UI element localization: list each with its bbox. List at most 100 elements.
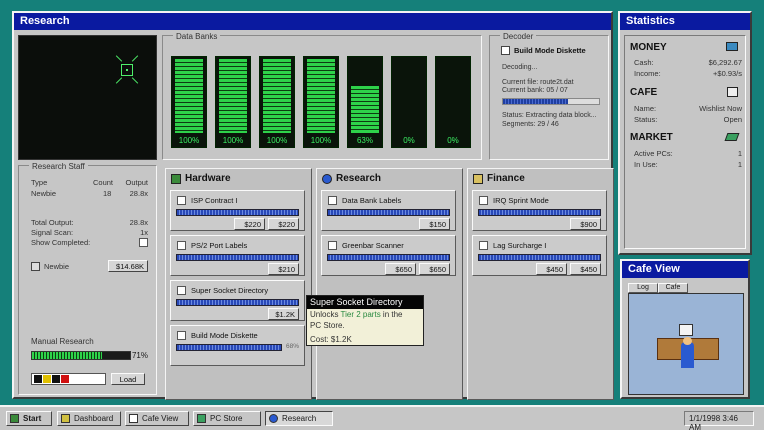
cafe-name-value: Wishlist Now xyxy=(699,104,742,113)
upgrade-progress-label: 68% xyxy=(285,343,299,350)
signal-scan-value: 1x xyxy=(140,228,148,237)
taskbar-item-pc-store[interactable]: PC Store xyxy=(193,411,261,426)
tooltip-highlight: Tier 2 parts xyxy=(340,310,381,319)
upgrade-card[interactable]: PS/2 Port Labels $210 xyxy=(170,235,305,276)
load-button[interactable]: Load xyxy=(111,373,145,385)
upgrade-card[interactable]: Build Mode Diskette 68% xyxy=(170,325,305,366)
money-heading: MONEY xyxy=(630,42,667,53)
buy-button[interactable]: $1.2K xyxy=(268,308,299,320)
buy-button[interactable]: $450 xyxy=(536,263,567,275)
customer-head xyxy=(683,337,692,345)
taskbar-label: Cafe View xyxy=(142,414,179,423)
taskbar-label: Research xyxy=(282,414,317,423)
dashboard-icon xyxy=(61,414,70,423)
upgrade-name: Build Mode Diskette xyxy=(191,331,258,340)
upgrade-card[interactable]: ISP Contract I $220 $220 xyxy=(170,190,305,231)
upgrade-card[interactable]: Lag Surcharge I $450 $450 xyxy=(472,235,607,276)
data-bank-pct: 63% xyxy=(356,136,373,145)
printer-icon xyxy=(727,87,738,97)
start-button[interactable]: Start xyxy=(6,411,52,426)
active-pcs-label: Active PCs: xyxy=(634,149,673,158)
diskette-icon xyxy=(501,46,510,55)
decoder-status-line: Decoding... xyxy=(502,64,538,71)
upgrade-name: Lag Surcharge I xyxy=(493,241,547,250)
income-value: +$0.93/s xyxy=(713,69,742,78)
decoder-current-file: Current file: route2t.dat xyxy=(502,79,574,86)
cafe-status-label: Status: xyxy=(634,115,658,124)
signal-radar xyxy=(18,35,157,160)
buy-button[interactable]: $150 xyxy=(419,218,450,230)
buy-button[interactable]: $210 xyxy=(268,263,299,275)
upgrade-card[interactable]: IRQ Sprint Mode $900 xyxy=(472,190,607,231)
data-bank: 0% xyxy=(435,56,471,148)
research-heading: Research xyxy=(336,173,382,184)
data-bank: 0% xyxy=(391,56,427,148)
cafe-view-icon xyxy=(129,414,138,423)
signal-block-icon xyxy=(61,375,69,383)
data-bank-pct: 100% xyxy=(178,136,200,145)
cafe-view-window: Cafe View Log Cafe xyxy=(620,259,750,399)
cafe-scene xyxy=(628,293,744,395)
finance-icon xyxy=(473,174,483,184)
taskbar-item-dashboard[interactable]: Dashboard xyxy=(57,411,121,426)
hardware-heading: Hardware xyxy=(185,173,231,184)
taskbar-item-research[interactable]: Research xyxy=(265,411,333,426)
upgrade-icon xyxy=(177,241,186,250)
data-bank-fill xyxy=(351,86,379,133)
buy-button[interactable]: $220 xyxy=(268,218,299,230)
upgrade-name: IRQ Sprint Mode xyxy=(493,196,549,205)
data-banks-group: Data Banks 100% 100% 100% 100% 63% 0% 0% xyxy=(162,32,482,160)
pc-store-icon xyxy=(197,414,206,423)
manual-research-pct: 71% xyxy=(131,351,148,360)
show-completed-label: Show Completed: xyxy=(31,238,91,247)
tab-cafe[interactable]: Cafe xyxy=(658,283,688,293)
signal-block-icon xyxy=(43,375,51,383)
decoder-current-bank: Current bank: 05 / 07 xyxy=(502,87,568,94)
signal-block-icon xyxy=(52,375,60,383)
data-bank-pct: 0% xyxy=(447,136,459,145)
income-label: Income: xyxy=(634,69,661,78)
tooltip-line2: PC Store. xyxy=(310,321,345,330)
upgrade-card[interactable]: Data Bank Labels $150 xyxy=(321,190,456,231)
hardware-icon xyxy=(171,174,181,184)
tooltip-line1a: Unlocks xyxy=(310,310,341,319)
research-column: Research Data Bank Labels $150 Greenbar Sc… xyxy=(316,168,463,400)
decoder-group: Decoder Build Mode Diskette Decoding... … xyxy=(489,32,609,160)
statistics-title: Statistics xyxy=(620,13,750,30)
upgrade-name: ISP Contract I xyxy=(191,196,238,205)
buy-button[interactable]: $220 xyxy=(234,218,265,230)
data-bank-fill xyxy=(307,59,335,133)
buy-button[interactable]: $900 xyxy=(570,218,601,230)
upgrade-card[interactable]: Greenbar Scanner $650 $650 xyxy=(321,235,456,276)
buy-button[interactable]: $450 xyxy=(570,263,601,275)
signal-scan-label: Signal Scan: xyxy=(31,228,74,237)
decoder-segments: Segments: 29 / 46 xyxy=(502,121,559,128)
upgrade-icon xyxy=(328,241,337,250)
buy-button[interactable]: $650 xyxy=(385,263,416,275)
finance-heading: Finance xyxy=(487,173,525,184)
market-heading: MARKET xyxy=(630,132,673,143)
upgrade-tooltip: Super Socket Directory Unlocks Tier 2 pa… xyxy=(306,295,424,346)
radar-arm xyxy=(131,55,139,62)
tab-log[interactable]: Log xyxy=(628,283,658,293)
hire-newbie-button[interactable]: $14.68K xyxy=(108,260,148,272)
manual-research-bar xyxy=(31,351,131,360)
upgrade-name: Super Socket Directory xyxy=(191,286,269,295)
radar-arm xyxy=(115,55,123,62)
data-bank: 63% xyxy=(347,56,383,148)
show-completed-checkbox[interactable] xyxy=(139,238,148,247)
data-bank-pct: 100% xyxy=(310,136,332,145)
taskbar-item-cafe-view[interactable]: Cafe View xyxy=(125,411,189,426)
in-use-value: 1 xyxy=(737,160,742,169)
globe-icon xyxy=(322,174,332,184)
radar-arm xyxy=(131,77,139,84)
buy-button[interactable]: $650 xyxy=(419,263,450,275)
upgrade-card[interactable]: Super Socket Directory $1.2K xyxy=(170,280,305,321)
research-staff-label: Research Staff xyxy=(29,162,88,171)
data-bank: 100% xyxy=(259,56,295,148)
upgrade-progress xyxy=(176,209,299,216)
manual-research-label: Manual Research xyxy=(28,337,97,346)
data-bank-fill xyxy=(263,59,291,133)
taskbar-label: Dashboard xyxy=(74,414,114,423)
upgrade-icon xyxy=(177,331,186,340)
